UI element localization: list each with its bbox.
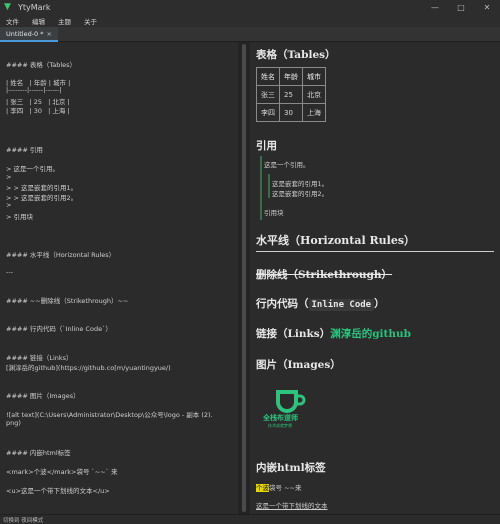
menu-edit[interactable]: 编辑	[32, 16, 45, 26]
inline-code: Inline Code	[308, 299, 375, 311]
blockquote	[260, 156, 262, 220]
editor-line: > > 这是嵌套的引用1。	[6, 184, 78, 192]
logo-subtext: 技术成就梦想	[268, 423, 292, 428]
mark-line: 个波袋号 ~~来	[256, 482, 301, 492]
table-row: 张三 25 北京	[256, 85, 326, 104]
nested-quote-text: 这是嵌套的引用2。	[272, 190, 329, 198]
code-heading-prefix: 行内代码（	[256, 298, 309, 310]
editor-line: ---	[6, 268, 14, 276]
logo-text: 全栈布道师	[263, 414, 298, 422]
editor-line: > > 这是嵌套的引用2。	[6, 194, 78, 202]
editor-line: > 引用块	[6, 213, 34, 221]
minimize-button[interactable]: —	[422, 0, 448, 14]
editor-line: >	[6, 201, 12, 209]
preview-heading-tables: 表格（Tables）	[256, 49, 336, 61]
app-title: YtyMark	[18, 2, 51, 12]
window-controls: — □ ✕	[422, 0, 500, 14]
editor-line: #### 引用	[6, 146, 43, 154]
editor-line: >	[6, 173, 12, 181]
editor-line: |--------|------|------|	[6, 86, 62, 94]
preview-heading-links: 链接（Links）渊淳岳的github	[256, 326, 411, 341]
status-bar: 切换到 夜间模式	[0, 514, 500, 524]
nested-blockquote	[268, 174, 270, 198]
tab-untitled-0[interactable]: Untitled-0 * ×	[0, 27, 58, 42]
editor-line: #### 行内代码（`Inline Code`）	[6, 325, 112, 333]
editor-scrollbar[interactable]	[242, 44, 246, 512]
editor-line: <mark>个波</mark>袋号 `~~` 来	[6, 468, 118, 476]
preview-heading-quote: 引用	[256, 140, 277, 152]
editor-line: [渊淳岳的github](https://github.co[m/yuantin…	[6, 364, 171, 372]
preview-table: 姓名 年龄 城市 张三 25 北京 李四 30 上海	[256, 67, 326, 122]
quote-text: 引用块	[264, 209, 284, 217]
editor-line: #### ~~删除线（Strikethrough）~~	[6, 297, 129, 305]
editor-line: #### 图片（Images）	[6, 392, 80, 400]
table-cell: 25	[279, 85, 303, 104]
table-cell: 上海	[302, 103, 326, 122]
editor-line: #### 水平线（Horizontal Rules）	[6, 251, 116, 259]
maximize-button[interactable]: □	[448, 0, 474, 14]
code-heading-suffix: ）	[374, 298, 385, 310]
editor-line: <u>这是一个带下划线的文本</u>	[6, 487, 110, 495]
quote-text: 这是一个引用。	[264, 161, 310, 169]
menu-bar: 文件 编辑 主题 关于	[0, 14, 500, 27]
underlined-text: 这是一个带下划线的文本	[256, 502, 328, 510]
close-button[interactable]: ✕	[474, 0, 500, 14]
preview-heading-code: 行内代码（ Inline Code）	[256, 296, 385, 311]
theme-toggle-status[interactable]: 切换到 夜间模式	[3, 516, 43, 524]
table-cell: 李四	[256, 103, 280, 122]
tab-label: Untitled-0 *	[6, 29, 44, 38]
preview-heading-hr: 水平线（Horizontal Rules）	[256, 234, 416, 247]
editor-line: #### 链接（Links）	[6, 354, 73, 362]
table-header-row: 姓名 年龄 城市	[256, 67, 326, 86]
editor-line: | 李四 | 30 | 上海 |	[6, 107, 70, 115]
table-cell: 30	[279, 103, 303, 122]
title-bar: ▼ YtyMark — □ ✕	[0, 0, 500, 14]
editor-line: ![alt text](C:\Users\Administrator\Deskt…	[6, 411, 213, 419]
table-cell: 北京	[302, 85, 326, 104]
preview-heading-images: 图片（Images）	[256, 359, 341, 371]
app-logo-icon: ▼	[4, 1, 11, 12]
editor-line: > 这是一个引用。	[6, 165, 60, 173]
github-link[interactable]: 渊淳岳的github	[330, 328, 411, 340]
horizontal-rule	[256, 251, 494, 252]
mark-after-text: 袋号 ~~来	[269, 484, 302, 492]
table-header-cell: 年龄	[279, 67, 303, 86]
table-header-cell: 姓名	[256, 67, 280, 86]
table-cell: 张三	[256, 85, 280, 104]
table-row: 李四 30 上海	[256, 103, 326, 122]
preview-heading-strike: 删除线（Strikethrough）	[256, 269, 393, 281]
logo-image: 全栈布道师 技术成就梦想	[263, 388, 328, 434]
editor-line: png)	[6, 419, 21, 427]
menu-about[interactable]: 关于	[84, 16, 97, 26]
markdown-preview: 表格（Tables） 姓名 年龄 城市 张三 25 北京 李四 30 上海 引用…	[250, 42, 500, 514]
table-header-cell: 城市	[302, 67, 326, 86]
editor-line: #### 表格（Tables）	[6, 61, 77, 69]
marked-text: 个波	[256, 484, 269, 492]
links-heading-prefix: 链接（Links）	[256, 328, 331, 340]
nested-quote-text: 这是嵌套的引用1。	[272, 180, 329, 188]
tab-close-icon[interactable]: ×	[47, 30, 52, 38]
markdown-editor[interactable]: #### 表格（Tables） | 姓名 | 年龄 | 城市 | |------…	[0, 42, 238, 514]
preview-heading-html: 内嵌html标签	[256, 462, 326, 474]
menu-theme[interactable]: 主题	[58, 16, 71, 26]
editor-line: #### 内嵌html标签	[6, 449, 71, 457]
menu-file[interactable]: 文件	[6, 16, 19, 26]
tab-bar: Untitled-0 * ×	[0, 27, 500, 42]
